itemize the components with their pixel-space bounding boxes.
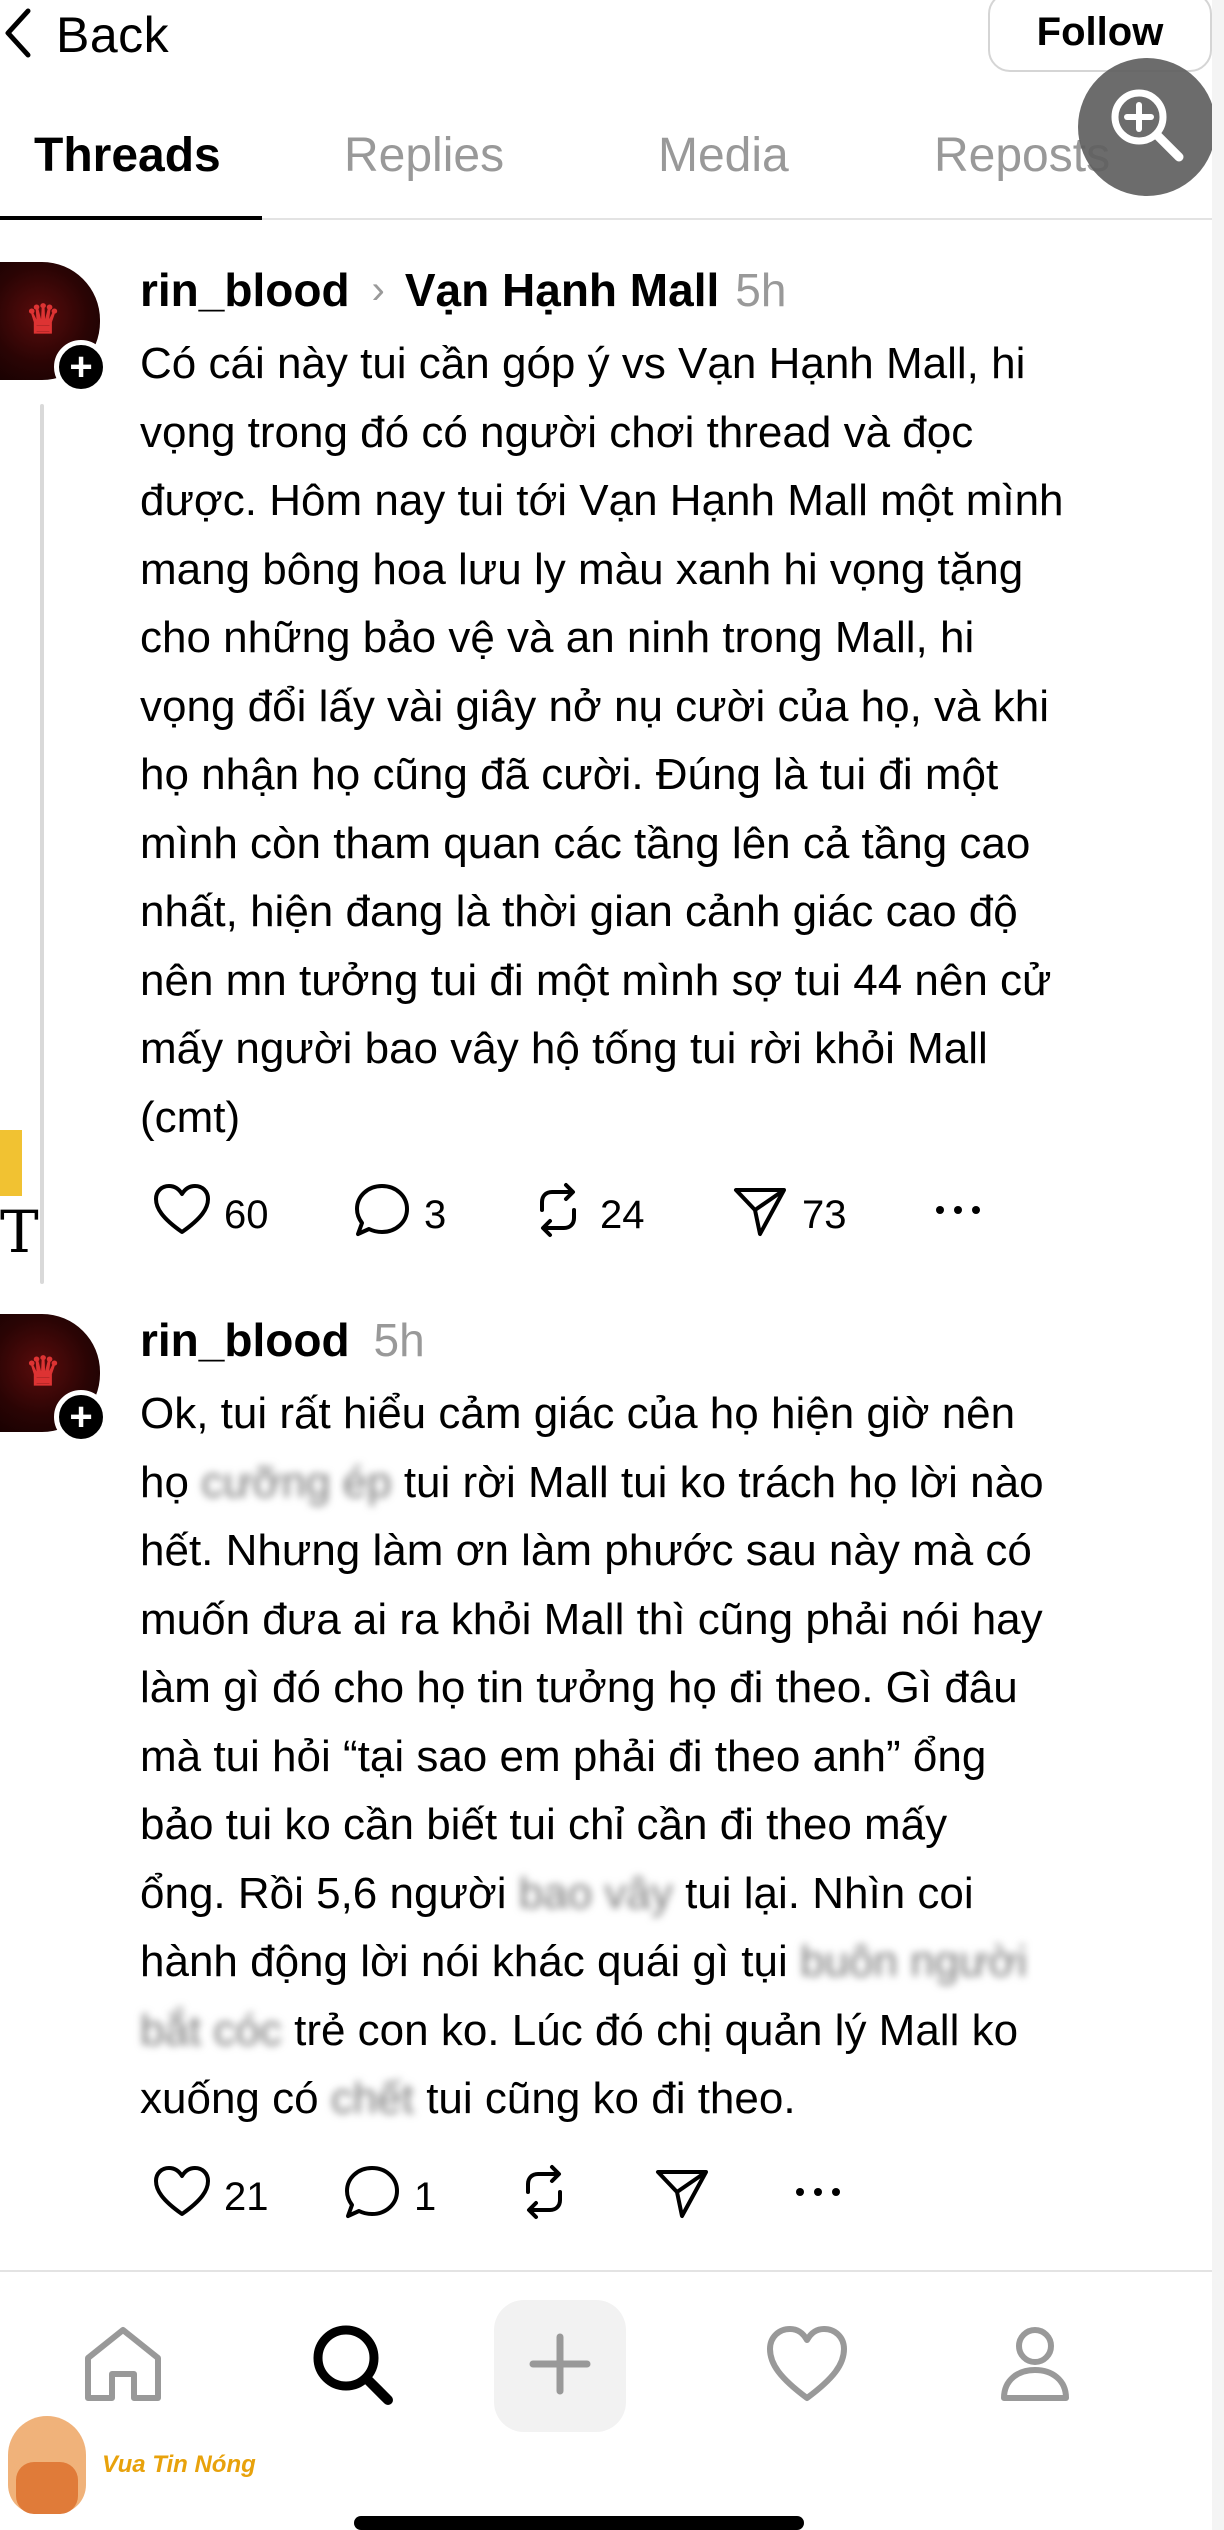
post-text-line: được. Hôm nay tui tới Vạn Hạnh Mall một … bbox=[140, 476, 1064, 525]
scroll-edge bbox=[1212, 0, 1224, 2530]
comment-icon bbox=[352, 1180, 412, 1250]
profile-tabs: Threads Replies Media Reposts bbox=[0, 110, 1224, 220]
nav-activity[interactable] bbox=[742, 2300, 872, 2430]
nav-search[interactable] bbox=[286, 2300, 416, 2430]
post-text-line: mà tui hỏi “tại sao em phải đi theo anh”… bbox=[140, 1731, 987, 1781]
home-icon bbox=[78, 2318, 168, 2413]
repost-icon bbox=[514, 2162, 574, 2232]
post-actions: 60 3 24 73 bbox=[140, 1180, 1140, 1250]
username[interactable]: rin_blood bbox=[140, 263, 350, 317]
post-text-line: muốn đưa ai ra khỏi Mall thì cũng phải n… bbox=[140, 1594, 1043, 1644]
comment-count: 3 bbox=[424, 1192, 447, 1237]
post-time: 5h bbox=[735, 264, 787, 316]
post-text: Có cái này tui cần góp ý vs Vạn Hạnh Mal… bbox=[140, 330, 1200, 1152]
community-name[interactable]: Vạn Hạnh Mall bbox=[405, 263, 719, 317]
follow-plus-icon[interactable]: + bbox=[54, 340, 108, 394]
post-text-line: bắt cóc trẻ con ko. Lúc đó chị quản lý M… bbox=[140, 2005, 1019, 2055]
like-count: 60 bbox=[224, 1192, 269, 1237]
tab-threads[interactable]: Threads bbox=[34, 128, 221, 183]
share-count: 73 bbox=[802, 1192, 847, 1237]
repost-count: 24 bbox=[600, 1192, 645, 1237]
watermark-mascot-icon bbox=[8, 2416, 86, 2514]
post-actions: 21 1 bbox=[140, 2162, 1140, 2232]
username[interactable]: rin_blood bbox=[140, 1313, 350, 1367]
post-text: Ok, tui rất hiểu cảm giác của họ hiện gi… bbox=[140, 1380, 1200, 2134]
post-text-line: hành động lời nói khác quái gì tụi buôn … bbox=[140, 1937, 1028, 1986]
post-text-line: vọng đổi lấy vài giây nở nụ cười của họ,… bbox=[140, 681, 1049, 731]
home-indicator bbox=[354, 2516, 804, 2530]
back-label: Back bbox=[56, 7, 170, 63]
search-icon bbox=[306, 2318, 396, 2413]
thread-line bbox=[40, 404, 44, 1284]
more-button[interactable] bbox=[776, 2162, 848, 2232]
post-text-line: vọng trong đó có người chơi thread và đọ… bbox=[140, 407, 974, 457]
post-text-line: (cmt) bbox=[140, 1092, 241, 1142]
post-text-line: Có cái này tui cần góp ý vs Vạn Hạnh Mal… bbox=[140, 339, 1026, 388]
post-text-line: cho những bảo vệ và an ninh trong Mall, … bbox=[140, 613, 975, 662]
blurred-text: cưỡng ép bbox=[201, 1457, 392, 1507]
follow-button[interactable]: Follow bbox=[988, 0, 1212, 72]
side-decoration-glyph: T bbox=[0, 1198, 39, 1266]
active-tab-indicator bbox=[0, 216, 262, 220]
plus-icon bbox=[515, 2319, 605, 2414]
share-icon bbox=[730, 1180, 790, 1250]
nav-create[interactable] bbox=[494, 2300, 626, 2432]
more-button[interactable] bbox=[916, 1180, 988, 1250]
more-icon bbox=[788, 2162, 848, 2232]
heart-icon bbox=[152, 1180, 212, 1250]
repost-icon bbox=[528, 1180, 588, 1250]
nav-home[interactable] bbox=[58, 2300, 188, 2430]
post-text-line: nên mn tưởng tui đi một mình sợ tui 44 n… bbox=[140, 955, 1052, 1005]
chevron-right-icon: › bbox=[371, 267, 385, 312]
post-text-line: hết. Nhưng làm ơn làm phước sau này mà c… bbox=[140, 1526, 1032, 1575]
tab-replies[interactable]: Replies bbox=[344, 128, 504, 183]
blurred-text: bắt cóc bbox=[140, 2005, 282, 2055]
chevron-left-icon bbox=[0, 5, 40, 66]
post-text-line: mình còn tham quan các tầng lên cả tầng … bbox=[140, 818, 1031, 868]
post-header: rin_blood › Vạn Hạnh Mall 5h bbox=[140, 262, 786, 318]
post-time: 5h bbox=[373, 1314, 425, 1366]
top-bar: Back Follow bbox=[0, 0, 1224, 72]
blurred-text: buôn người bbox=[799, 1937, 1028, 1986]
post-header: rin_blood 5h bbox=[140, 1312, 425, 1368]
blurred-text: chết bbox=[330, 2074, 414, 2123]
more-icon bbox=[928, 1180, 988, 1250]
post-text-line: xuống có chết tui cũng ko đi theo. bbox=[140, 2074, 796, 2123]
comment-count: 1 bbox=[414, 2174, 437, 2219]
post-text-line: họ cưỡng ép tui rời Mall tui ko trách họ… bbox=[140, 1457, 1044, 1507]
nav-profile[interactable] bbox=[970, 2300, 1100, 2430]
side-decoration bbox=[0, 1130, 22, 1196]
comment-button[interactable]: 1 bbox=[330, 2162, 436, 2232]
activity-icon bbox=[762, 2318, 852, 2413]
share-icon bbox=[652, 2162, 712, 2232]
like-count: 21 bbox=[224, 2174, 269, 2219]
post-text-line: mang bông hoa lưu ly màu xanh hi vọng tặ… bbox=[140, 544, 1024, 594]
post-text-line: bảo tui ko cần biết tui chỉ cần đi theo … bbox=[140, 1800, 948, 1849]
post-text-line: mấy người bao vây hộ tống tui rời khỏi M… bbox=[140, 1024, 988, 1073]
watermark: Vua Tin Nóng bbox=[8, 2416, 256, 2514]
repost-button[interactable]: 24 bbox=[516, 1180, 645, 1250]
comment-button[interactable]: 3 bbox=[340, 1180, 446, 1250]
share-button[interactable]: 73 bbox=[718, 1180, 847, 1250]
follow-plus-icon[interactable]: + bbox=[54, 1390, 108, 1444]
back-button[interactable]: Back bbox=[0, 0, 169, 70]
post-text-line: nhất, hiện đang là thời gian cảnh giác c… bbox=[140, 887, 1018, 936]
tab-media[interactable]: Media bbox=[658, 128, 789, 183]
post-text-line: làm gì đó cho họ tin tưởng họ đi theo. G… bbox=[140, 1663, 1018, 1712]
repost-button[interactable] bbox=[502, 2162, 574, 2232]
blurred-text: bao vây bbox=[518, 1868, 673, 1918]
post-text-line: họ nhận họ cũng đã cười. Đúng là tui đi … bbox=[140, 750, 999, 799]
like-button[interactable]: 21 bbox=[140, 2162, 269, 2232]
heart-icon bbox=[152, 2162, 212, 2232]
watermark-text: Vua Tin Nóng bbox=[102, 2451, 256, 2478]
comment-icon bbox=[342, 2162, 402, 2232]
like-button[interactable]: 60 bbox=[140, 1180, 269, 1250]
post-text-line: ổng. Rồi 5,6 người bao vây tui lại. Nhìn… bbox=[140, 1868, 974, 1918]
post-text-line: Ok, tui rất hiểu cảm giác của họ hiện gi… bbox=[140, 1389, 1016, 1438]
profile-icon bbox=[990, 2318, 1080, 2413]
share-button[interactable] bbox=[640, 2162, 712, 2232]
zoom-in-icon bbox=[1105, 83, 1189, 172]
zoom-button[interactable] bbox=[1078, 58, 1216, 196]
